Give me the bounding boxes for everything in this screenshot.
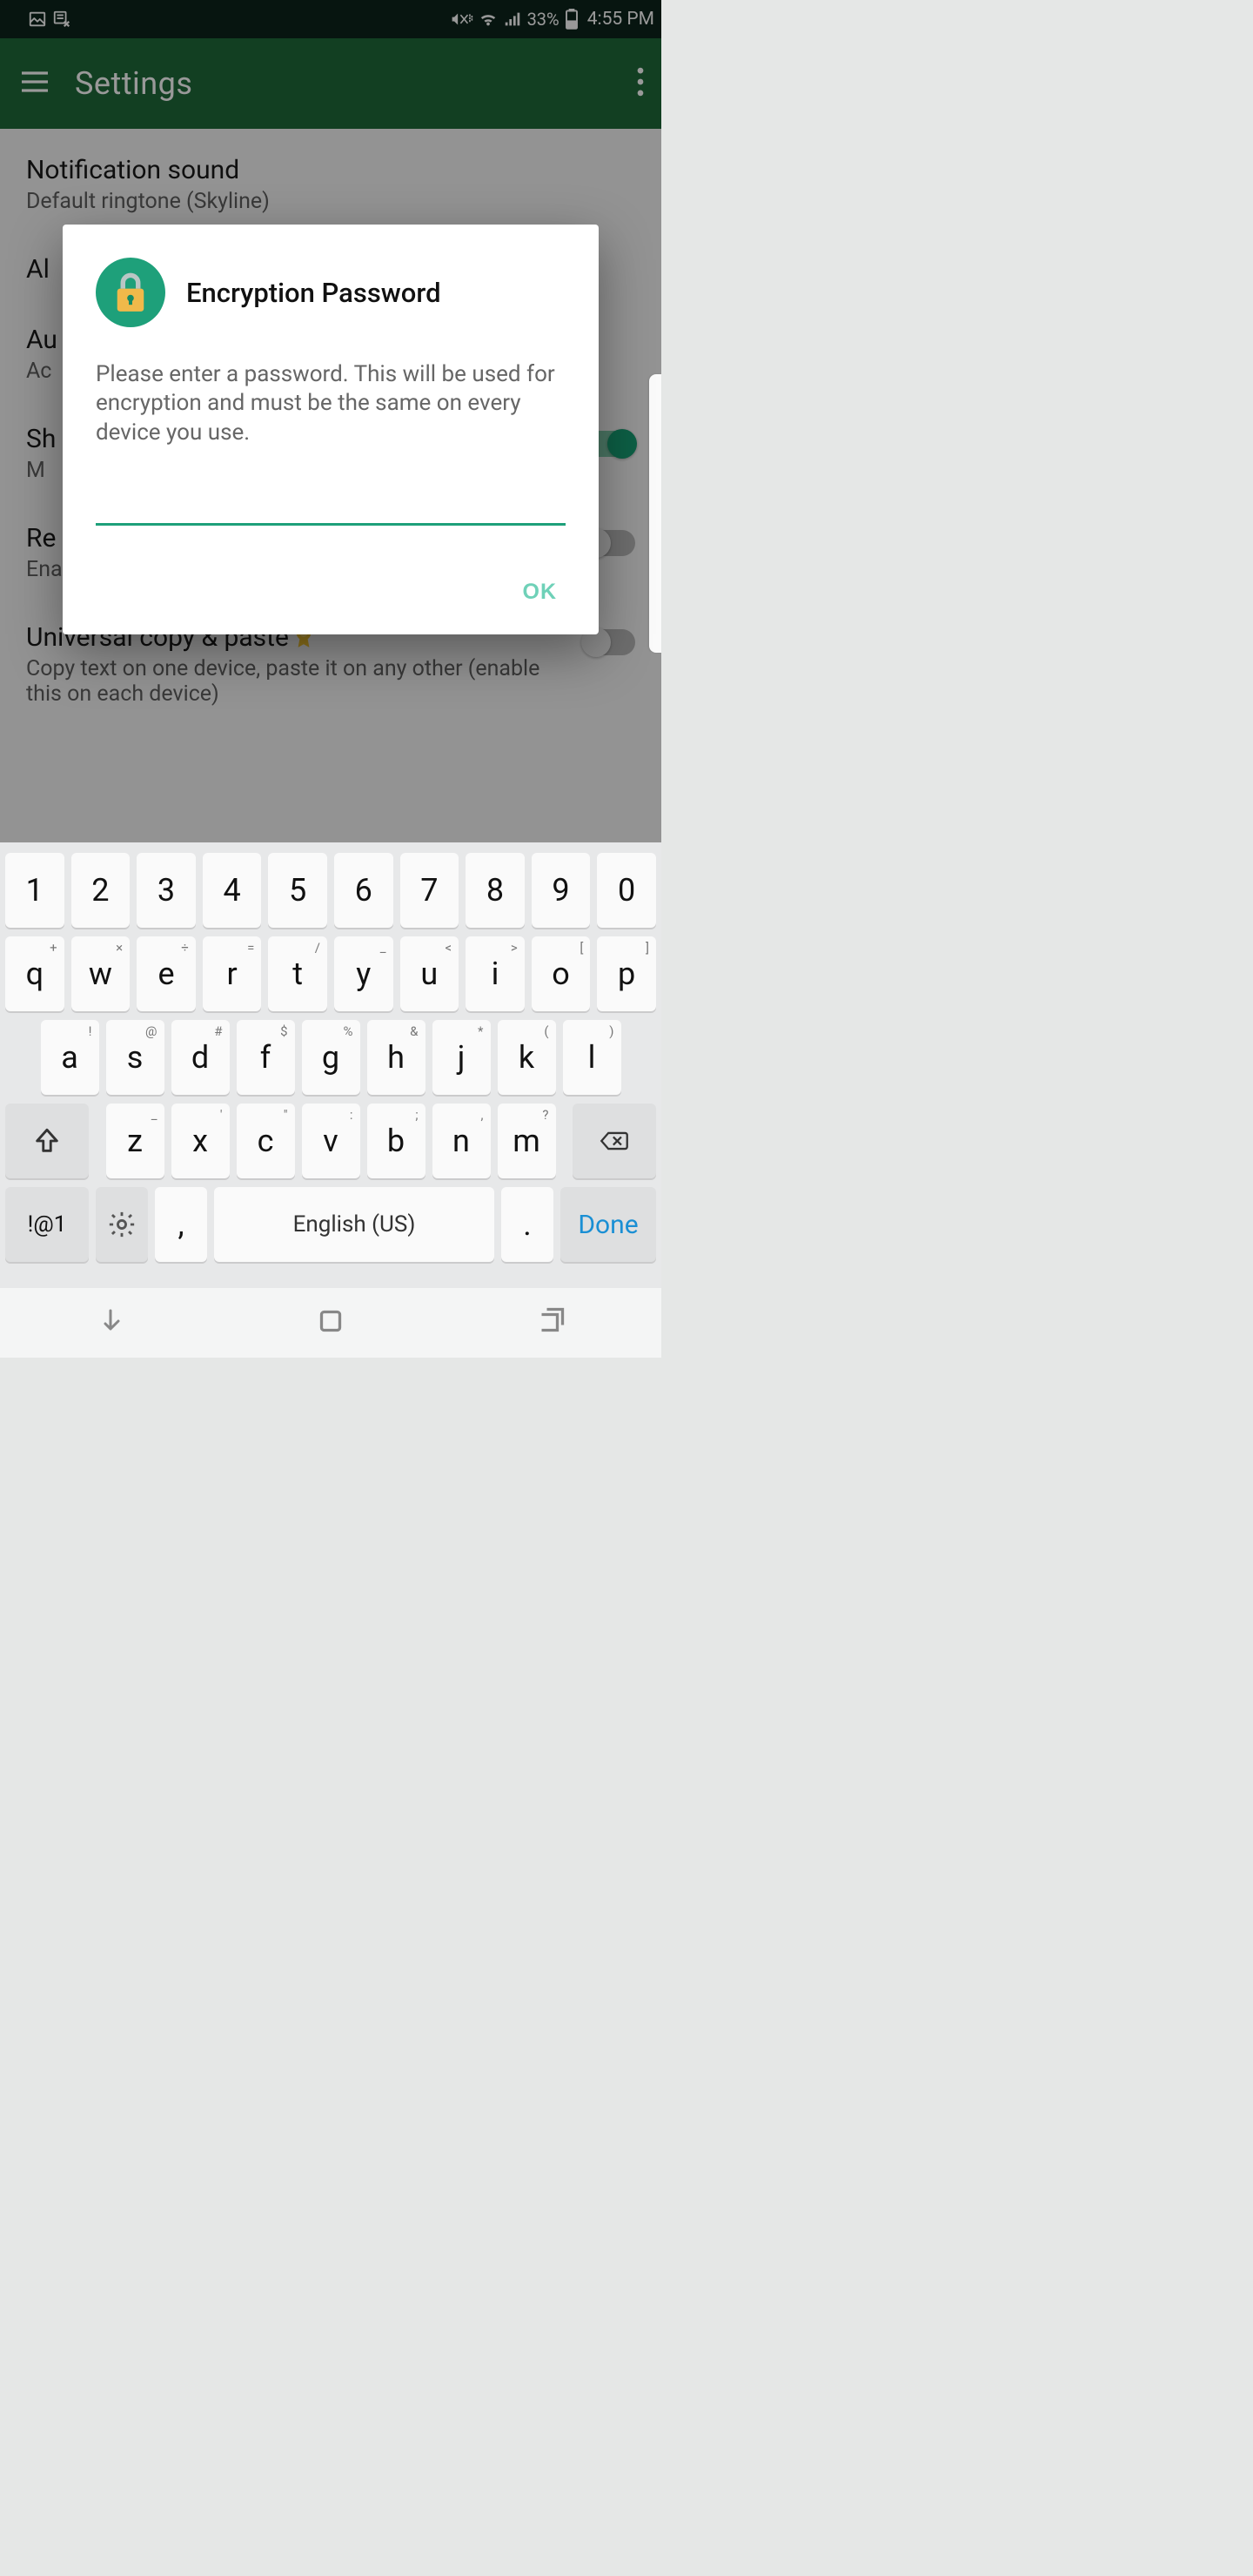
key-c[interactable]: c" — [237, 1104, 295, 1178]
key-i[interactable]: i> — [466, 936, 525, 1011]
hide-keyboard-button[interactable] — [95, 1305, 126, 1340]
key-0[interactable]: 0 — [597, 853, 656, 928]
key-u[interactable]: u< — [400, 936, 459, 1011]
home-button[interactable] — [315, 1305, 346, 1340]
encryption-password-dialog: Encryption Password Please enter a passw… — [63, 225, 599, 634]
shift-key[interactable] — [5, 1104, 89, 1178]
key-p[interactable]: p] — [597, 936, 656, 1011]
system-nav-bar — [0, 1288, 661, 1358]
key-2[interactable]: 2 — [71, 853, 131, 928]
key-a[interactable]: a! — [41, 1020, 99, 1095]
symbols-key[interactable]: !@1 — [5, 1187, 89, 1262]
done-key[interactable]: Done — [560, 1187, 656, 1262]
key-m[interactable]: m? — [498, 1104, 556, 1178]
key-1[interactable]: 1 — [5, 853, 64, 928]
key-5[interactable]: 5 — [268, 853, 327, 928]
soft-keyboard: 1234567890 q+w×e÷r=t/y_u<i>o[p] a!s@d#f$… — [0, 842, 661, 1288]
key-9[interactable]: 9 — [532, 853, 591, 928]
key-x[interactable]: x' — [171, 1104, 230, 1178]
key-4[interactable]: 4 — [203, 853, 262, 928]
key-b[interactable]: b; — [367, 1104, 425, 1178]
scroll-indicator[interactable] — [649, 374, 661, 653]
password-input[interactable] — [96, 489, 566, 526]
space-key[interactable]: English (US) — [214, 1187, 494, 1262]
key-e[interactable]: e÷ — [137, 936, 196, 1011]
key-3[interactable]: 3 — [137, 853, 196, 928]
key-t[interactable]: t/ — [268, 936, 327, 1011]
key-f[interactable]: f$ — [237, 1020, 295, 1095]
key-w[interactable]: w× — [71, 936, 131, 1011]
key-7[interactable]: 7 — [400, 853, 459, 928]
key-k[interactable]: k( — [498, 1020, 556, 1095]
key-h[interactable]: h& — [367, 1020, 425, 1095]
comma-key[interactable]: , — [155, 1187, 207, 1262]
keyboard-settings-key[interactable] — [96, 1187, 148, 1262]
key-6[interactable]: 6 — [334, 853, 393, 928]
key-y[interactable]: y_ — [334, 936, 393, 1011]
dialog-body: Please enter a password. This will be us… — [96, 360, 566, 447]
key-z[interactable]: z_ — [106, 1104, 164, 1178]
key-s[interactable]: s@ — [106, 1020, 164, 1095]
key-8[interactable]: 8 — [466, 853, 525, 928]
key-g[interactable]: g% — [302, 1020, 360, 1095]
key-l[interactable]: l) — [563, 1020, 621, 1095]
backspace-key[interactable] — [573, 1104, 656, 1178]
key-j[interactable]: j* — [432, 1020, 491, 1095]
ok-button[interactable]: OK — [514, 573, 566, 612]
key-v[interactable]: v: — [302, 1104, 360, 1178]
recents-button[interactable] — [535, 1305, 566, 1340]
key-r[interactable]: r= — [203, 936, 262, 1011]
key-n[interactable]: n, — [432, 1104, 491, 1178]
key-d[interactable]: d# — [171, 1020, 230, 1095]
lock-icon — [96, 258, 165, 327]
key-o[interactable]: o[ — [532, 936, 591, 1011]
key-q[interactable]: q+ — [5, 936, 64, 1011]
dialog-title: Encryption Password — [186, 277, 441, 309]
period-key[interactable]: . — [501, 1187, 553, 1262]
